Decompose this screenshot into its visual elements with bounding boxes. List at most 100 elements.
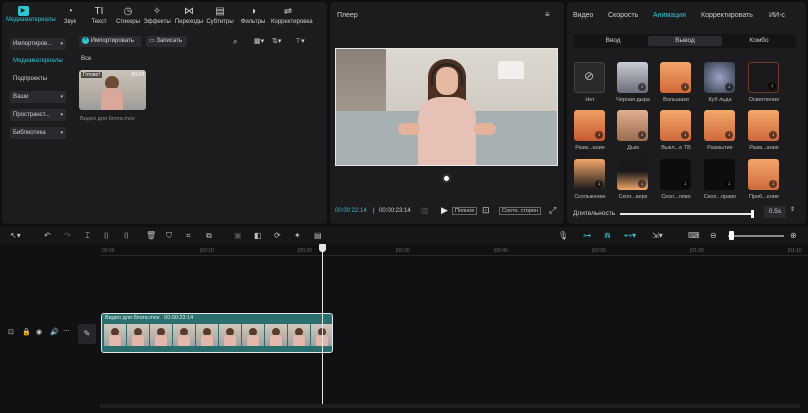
zoom-slider[interactable] [728, 235, 784, 237]
rotate-handle[interactable] [442, 174, 451, 183]
sidebar-item-import[interactable]: Импортиров... ▾ [10, 38, 66, 50]
select-tool-icon[interactable]: ↖▾ [10, 232, 21, 240]
playhead[interactable] [322, 246, 323, 406]
download-icon[interactable]: ↓ [681, 180, 689, 188]
eye-icon[interactable]: ◉ [36, 328, 42, 336]
tab-media[interactable]: ▶ Медиаматериалы [6, 6, 56, 23]
tab-subtitles[interactable]: ▤ Субтитры [203, 6, 237, 25]
tab-right-4[interactable]: ИИ-с [769, 12, 785, 19]
tab-filters[interactable]: ◑ Фильтры [236, 6, 270, 25]
animation-thumb[interactable]: ↓ [617, 62, 648, 93]
redo-icon[interactable]: ↷ [64, 232, 71, 240]
menu-icon[interactable]: ≡ [545, 10, 550, 19]
preview-axis-icon[interactable]: ⇲▾ [652, 232, 663, 240]
tab-transitions[interactable]: ⋈ Переходы [172, 6, 206, 25]
fullscreen-icon[interactable]: ⤢ [549, 205, 556, 216]
download-icon[interactable]: ↓ [595, 131, 603, 139]
more-icon[interactable]: ⋯ [63, 327, 70, 335]
tab-effects[interactable]: ✧ Эффекты [140, 6, 174, 25]
audio-track-icon[interactable]: 🔊 [50, 328, 59, 336]
subtab-0[interactable]: Ввод [576, 36, 650, 46]
keyboard-icon[interactable]: ⌨ [688, 232, 700, 240]
timeline-clip[interactable]: Видео для блога.mov 00:00:23:14 [101, 313, 333, 353]
search-icon[interactable]: ⌕ [233, 37, 237, 47]
download-icon[interactable]: ↓ [769, 131, 777, 139]
animation-thumb[interactable]: ↓ [748, 110, 779, 141]
record-button[interactable]: ▭ Записать [146, 36, 187, 47]
animation-thumb[interactable]: ↓ [704, 110, 735, 141]
animation-thumb[interactable]: ↓ [704, 159, 735, 190]
download-icon[interactable]: ↓ [638, 83, 646, 91]
filter-icon[interactable]: ⊤▾ [295, 37, 305, 45]
download-icon[interactable]: ↓ [681, 83, 689, 91]
full-button[interactable]: Полное [452, 207, 478, 215]
subtab-2[interactable]: Комбо [722, 36, 796, 46]
animation-thumb[interactable]: ↓ [574, 110, 605, 141]
edit-cover-button[interactable]: ✎ [78, 324, 96, 344]
sidebar-item-media[interactable]: Медиаматериалы [10, 55, 66, 67]
mic-icon[interactable]: 🎙 [558, 232, 568, 240]
filmstrip-icon[interactable]: ▥ [421, 206, 429, 215]
magnet-icon[interactable]: ⋒ [604, 232, 611, 240]
extract-icon[interactable]: ◧ [254, 232, 262, 240]
zoom-in-icon[interactable]: ⊕ [790, 232, 797, 240]
link-icon[interactable]: ⊶ [583, 232, 591, 240]
subtab-1[interactable]: Вывод [648, 36, 722, 46]
tab-right-0[interactable]: Видео [573, 12, 593, 19]
animation-thumb[interactable]: ↓ [660, 159, 691, 190]
split-left-icon[interactable]: ⌷ [104, 232, 109, 240]
tab-right-1[interactable]: Скорость [608, 12, 638, 19]
sort-icon[interactable]: ⇅▾ [272, 37, 281, 45]
zoom-out-icon[interactable]: ⊖ [710, 232, 717, 240]
animation-thumb[interactable]: ↓ [748, 159, 779, 190]
ratio-button[interactable]: Соотн. сторон [499, 207, 542, 215]
download-icon[interactable]: ↓ [769, 180, 777, 188]
magic-icon[interactable]: ✦ [294, 232, 301, 240]
split-right-icon[interactable]: ⌷ [124, 232, 129, 240]
tab-right-2[interactable]: Анимация [653, 12, 686, 19]
duration-slider[interactable] [620, 213, 754, 215]
sidebar-item-yours[interactable]: Ваши ▾ [10, 91, 66, 103]
snap-icon[interactable]: ⊷▾ [624, 232, 636, 240]
duration-value[interactable]: 0.5s [764, 206, 786, 218]
tab-adjust[interactable]: ⇌ Корректировка [271, 6, 313, 25]
duration-slider-handle[interactable] [751, 210, 754, 218]
download-icon[interactable]: ↓ [595, 180, 603, 188]
rotate-icon[interactable]: ⟳ [274, 232, 281, 240]
split-icon[interactable]: ⌶ [85, 232, 90, 240]
media-clip-thumb[interactable]: Готово! 00:24 [79, 70, 146, 110]
horizontal-scrollbar[interactable] [100, 404, 800, 408]
download-icon[interactable]: ↓ [725, 83, 733, 91]
animation-thumb[interactable]: ↓ [574, 159, 605, 190]
grid-view-icon[interactable]: ▦▾ [254, 37, 264, 45]
lock-icon[interactable]: 🔒 [22, 328, 31, 336]
animation-thumb[interactable]: ↓ [704, 62, 735, 93]
mirror-icon[interactable]: ⧉ [206, 232, 212, 240]
crop-icon[interactable]: ⌗ [186, 232, 191, 240]
stepper-icon[interactable]: ⇕ [790, 206, 795, 213]
undo-icon[interactable]: ↶ [44, 232, 51, 240]
tab-right-3[interactable]: Корректировать [701, 12, 753, 19]
zoom-slider-handle[interactable] [729, 231, 734, 240]
animation-thumb[interactable]: ↓ [617, 159, 648, 190]
animation-thumb[interactable]: ↓ [660, 62, 691, 93]
animation-thumb[interactable]: ↓ [617, 110, 648, 141]
sidebar-item-library[interactable]: Библиотека ▾ [10, 127, 66, 139]
download-icon[interactable]: ↓ [638, 131, 646, 139]
download-icon[interactable]: ↓ [638, 180, 646, 188]
animation-thumb[interactable]: ↓ [660, 110, 691, 141]
freeze-icon[interactable]: ▣ [234, 232, 242, 240]
none-option[interactable]: ⊘ [574, 62, 605, 93]
playhead-handle[interactable] [319, 244, 326, 252]
download-icon[interactable]: ↓ [725, 180, 733, 188]
play-icon[interactable]: ▶ [441, 205, 448, 216]
download-icon[interactable]: ↓ [681, 131, 689, 139]
download-icon[interactable]: ↓ [725, 131, 733, 139]
download-icon[interactable]: ↓ [768, 82, 776, 90]
shield-icon[interactable]: ⛉ [166, 232, 172, 240]
import-button[interactable]: + Импортировать [79, 36, 141, 47]
sidebar-item-subprojects[interactable]: Подпроекты [10, 73, 66, 85]
cover-icon[interactable]: ⊡ [8, 328, 14, 336]
fit-icon[interactable]: ⊡ [482, 205, 490, 216]
sidebar-item-spaces[interactable]: Пространст... ▾ [10, 109, 66, 121]
